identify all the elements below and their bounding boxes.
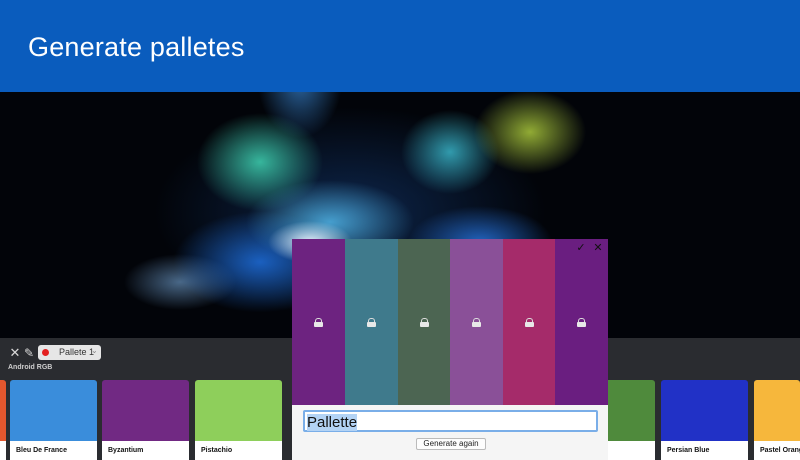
palette-strip[interactable] bbox=[345, 239, 398, 405]
color-name: Byzantium bbox=[102, 441, 189, 460]
lock-icon[interactable] bbox=[420, 318, 429, 327]
palette-strip[interactable] bbox=[503, 239, 556, 405]
eyedropper-icon[interactable]: ✎ bbox=[24, 346, 36, 360]
lock-icon[interactable] bbox=[472, 318, 481, 327]
palette-strip[interactable] bbox=[292, 239, 345, 405]
palette-name-value: Pallette bbox=[307, 414, 358, 431]
chevron-down-icon: ⌄ bbox=[91, 346, 98, 355]
lock-icon[interactable] bbox=[367, 318, 376, 327]
page-title: Generate palletes bbox=[28, 32, 245, 62]
color-name bbox=[605, 441, 655, 460]
checkmark-icon[interactable]: ✓ bbox=[575, 242, 587, 254]
palette-strip[interactable] bbox=[398, 239, 451, 405]
lock-icon[interactable] bbox=[314, 318, 323, 327]
color-tile[interactable]: Bleu De France bbox=[10, 380, 97, 460]
pallete-select-label: Pallete 1 bbox=[59, 347, 95, 357]
section-label: Android RGB bbox=[8, 364, 53, 371]
color-tile[interactable] bbox=[0, 380, 6, 460]
color-swatch bbox=[754, 380, 800, 441]
palette-name-input[interactable]: Pallette bbox=[303, 410, 598, 432]
color-swatch bbox=[195, 380, 282, 441]
color-name: Persian Blue bbox=[661, 441, 748, 460]
palette-strip[interactable] bbox=[555, 239, 608, 405]
pallete-select[interactable]: Pallete 1 ⌄ bbox=[38, 345, 101, 360]
color-tile[interactable]: Persian Blue bbox=[661, 380, 748, 460]
color-tile[interactable] bbox=[605, 380, 655, 460]
color-swatch bbox=[0, 380, 6, 441]
palette-dialog: ✓ ✕ Pallette Generate again bbox=[292, 239, 608, 460]
pallete-color-dot bbox=[42, 349, 49, 356]
palette-strips: ✓ ✕ bbox=[292, 239, 608, 405]
lock-icon[interactable] bbox=[525, 318, 534, 327]
color-swatch bbox=[10, 380, 97, 441]
header-bar: Generate palletes bbox=[0, 0, 800, 92]
color-tile[interactable]: Pistachio bbox=[195, 380, 282, 460]
generate-again-button[interactable]: Generate again bbox=[416, 438, 486, 450]
color-name: Pistachio bbox=[195, 441, 282, 460]
color-tile[interactable]: Byzantium bbox=[102, 380, 189, 460]
color-swatch bbox=[102, 380, 189, 441]
color-swatch bbox=[661, 380, 748, 441]
lock-icon[interactable] bbox=[577, 318, 586, 327]
close-icon[interactable]: ✕ bbox=[9, 346, 21, 360]
color-tile[interactable]: Pastel Orange bbox=[754, 380, 800, 460]
color-name bbox=[0, 441, 6, 460]
palette-strip[interactable] bbox=[450, 239, 503, 405]
close-icon[interactable]: ✕ bbox=[592, 242, 604, 254]
color-name: Bleu De France bbox=[10, 441, 97, 460]
color-name: Pastel Orange bbox=[754, 441, 800, 460]
color-swatch bbox=[605, 380, 655, 441]
